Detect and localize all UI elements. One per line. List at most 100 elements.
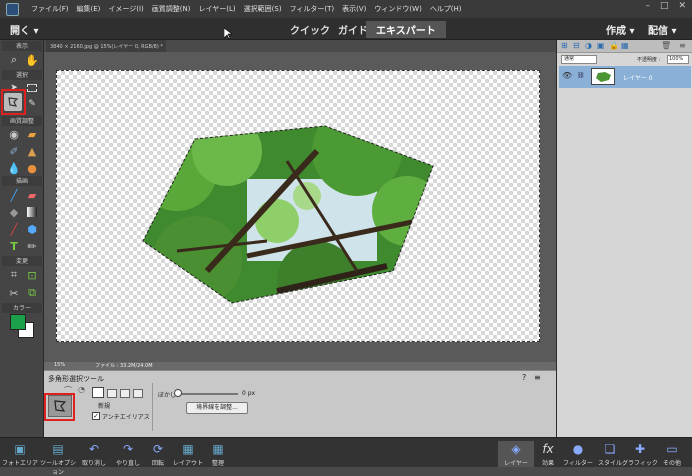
layer-visibility-eye-icon[interactable]: 👁 bbox=[562, 71, 572, 80]
gradient-tool-icon[interactable] bbox=[24, 204, 40, 220]
layers-panel: ⊞ ⊟ ◑ ▣ 🔒 ▦ 🗑 ≡ 通常 不透明度 : 100% 👁 ⛓ レイヤー … bbox=[556, 40, 692, 437]
menu-help[interactable]: ヘルプ(H) bbox=[426, 4, 466, 14]
layers-button[interactable]: ◈ レイヤー bbox=[498, 441, 534, 467]
menu-file[interactable]: ファイル(F) bbox=[27, 4, 73, 14]
eye-tool-icon[interactable]: ◉ bbox=[6, 126, 22, 142]
organizer-button[interactable]: ▦ 整理 bbox=[200, 441, 236, 468]
photo-bin-icon: ▣ bbox=[14, 441, 26, 456]
rotate-label: 回転 bbox=[151, 460, 164, 467]
marquee-tool-icon[interactable] bbox=[24, 80, 40, 96]
new-selection-icon[interactable] bbox=[92, 387, 104, 398]
layers-label: レイヤー bbox=[504, 460, 528, 467]
magnetic-lasso-tool-icon[interactable]: ◔ bbox=[78, 385, 85, 394]
lock-transparent-icon[interactable]: ▦ bbox=[621, 41, 629, 50]
mode-bar: 開く ▾ クイック ガイド エキスパート 作成 ▾ 配信 ▾ bbox=[0, 18, 692, 40]
spot-healing-tool-icon[interactable]: ▰ bbox=[24, 126, 40, 142]
graphics-button[interactable]: ✚ グラフィック bbox=[622, 441, 658, 468]
menu-view[interactable]: 表示(V) bbox=[338, 4, 370, 14]
open-button[interactable]: 開く ▾ bbox=[10, 22, 39, 37]
create-button[interactable]: 作成 ▾ bbox=[606, 22, 635, 37]
layer-name: レイヤー 0 bbox=[623, 75, 653, 82]
minimize-icon[interactable]: – bbox=[645, 1, 650, 11]
image-canvas[interactable] bbox=[56, 70, 540, 342]
recompose-tool-icon[interactable]: ⊡ bbox=[24, 267, 40, 283]
undo-button[interactable]: ↶ 取り消し bbox=[76, 441, 112, 468]
opacity-input[interactable]: 100% bbox=[667, 55, 689, 64]
layers-toolbar: ⊞ ⊟ ◑ ▣ 🔒 ▦ 🗑 ≡ bbox=[557, 40, 692, 53]
menu-window[interactable]: ウィンドウ(W) bbox=[370, 4, 425, 14]
menu-edit[interactable]: 編集(E) bbox=[73, 4, 105, 14]
zoom-tool-icon[interactable]: ⌕ bbox=[6, 52, 22, 68]
tab-expert[interactable]: エキスパート bbox=[366, 21, 446, 38]
selected-image-region bbox=[142, 125, 434, 304]
subtract-selection-icon[interactable] bbox=[120, 389, 130, 398]
eyedropper-tool-icon[interactable]: ╱ bbox=[6, 221, 22, 237]
section-select: 選択 bbox=[2, 70, 42, 80]
section-draw: 描画 bbox=[2, 176, 42, 186]
tool-options-title: 多角形選択ツール bbox=[48, 375, 104, 383]
section-modify: 変更 bbox=[2, 256, 42, 266]
menu-layer[interactable]: レイヤー(L) bbox=[194, 4, 239, 14]
tool-options-button[interactable]: ▤ ツールオプション bbox=[40, 441, 76, 476]
delete-layer-icon[interactable]: 🗑 bbox=[661, 41, 671, 50]
eraser-tool-icon[interactable]: ▰ bbox=[24, 187, 40, 203]
rotate-icon: ⟳ bbox=[152, 441, 164, 456]
panel-menu-icon[interactable]: ≡ bbox=[679, 41, 686, 50]
content-aware-move-tool-icon[interactable]: ⧉ bbox=[24, 285, 40, 301]
clone-stamp-tool-icon[interactable]: ▲ bbox=[24, 143, 40, 159]
quick-selection-tool-icon[interactable]: ✎ bbox=[24, 96, 40, 112]
new-layer-icon[interactable]: ⊞ bbox=[561, 41, 568, 50]
feather-value: 0 px bbox=[242, 390, 256, 397]
photo-bin-button[interactable]: ▣ フォトエリア bbox=[2, 441, 38, 468]
lock-all-icon[interactable]: 🔒 bbox=[609, 41, 619, 50]
shape-tool-icon[interactable]: ⬢ bbox=[24, 221, 40, 237]
close-icon[interactable]: ✕ bbox=[678, 1, 686, 11]
adjustment-layer-icon[interactable]: ◑ bbox=[585, 41, 592, 50]
new-group-icon[interactable]: ⊟ bbox=[573, 41, 580, 50]
type-tool-icon[interactable]: T bbox=[6, 238, 22, 254]
smart-brush-tool-icon[interactable]: ✐ bbox=[6, 143, 22, 159]
effects-label: 効果 bbox=[541, 460, 554, 467]
toolbox: 表示 ⌕ ✋ 選択 ➤ ✎ 画質調整 ◉ ▰ ✐ ▲ 💧 ● 描画 ╱ ▰ ◆ … bbox=[0, 40, 44, 437]
graphics-label: グラフィック bbox=[622, 460, 658, 467]
brush-tool-icon[interactable]: ╱ bbox=[6, 187, 22, 203]
hand-tool-icon[interactable]: ✋ bbox=[24, 52, 40, 68]
straighten-tool-icon[interactable]: ✂ bbox=[6, 285, 22, 301]
file-info: ファイル : 33.2M/24.0M bbox=[95, 363, 153, 369]
styles-label: スタイル bbox=[597, 460, 622, 467]
menu-enhance[interactable]: 画質調整(N) bbox=[148, 4, 195, 14]
filters-button[interactable]: ● フィルター bbox=[560, 441, 596, 468]
menu-filter[interactable]: フィルター(T) bbox=[286, 4, 339, 14]
add-selection-icon[interactable] bbox=[107, 389, 117, 398]
menu-icon[interactable]: ≡ bbox=[534, 373, 541, 382]
layers-icon: ◈ bbox=[511, 441, 521, 456]
pencil-tool-icon[interactable]: ✏ bbox=[24, 238, 40, 254]
layout-label: レイアウト bbox=[172, 460, 203, 467]
antialias-label: アンチエイリアス bbox=[102, 414, 150, 421]
fx-icon: fx bbox=[542, 441, 554, 456]
blur-tool-icon[interactable]: 💧 bbox=[6, 160, 22, 176]
layer-row[interactable]: 👁 ⛓ レイヤー 0 bbox=[559, 66, 691, 88]
mouse-cursor-icon bbox=[224, 28, 232, 40]
styles-icon: ❏ bbox=[604, 441, 616, 456]
paint-bucket-tool-icon[interactable]: ◆ bbox=[6, 204, 22, 220]
document-tab[interactable]: 3840 × 2160.jpg @ 15%(レイヤー 0, RGB/8) * bbox=[46, 40, 166, 52]
layer-mask-icon[interactable]: ▣ bbox=[597, 41, 605, 50]
help-icon[interactable]: ? bbox=[522, 373, 526, 382]
feather-slider-track[interactable] bbox=[178, 393, 238, 395]
refine-edge-button[interactable]: 境界線を調整... bbox=[186, 402, 248, 414]
sponge-tool-icon[interactable]: ● bbox=[24, 160, 40, 176]
divider bbox=[152, 383, 153, 431]
menu-image[interactable]: イメージ(I) bbox=[104, 4, 147, 14]
crop-tool-icon[interactable]: ⌗ bbox=[6, 267, 22, 283]
organizer-label: 整理 bbox=[211, 460, 224, 467]
blend-mode-select[interactable]: 通常 bbox=[561, 55, 597, 64]
antialias-checkbox[interactable]: ✓ bbox=[92, 412, 100, 420]
feather-slider-handle[interactable] bbox=[174, 389, 182, 397]
intersect-selection-icon[interactable] bbox=[133, 389, 143, 398]
maximize-icon[interactable]: □ bbox=[660, 1, 669, 11]
foreground-color-swatch[interactable] bbox=[10, 314, 26, 330]
menu-select[interactable]: 選択範囲(S) bbox=[240, 4, 286, 14]
more-button[interactable]: ▭ その他 bbox=[654, 441, 690, 468]
share-button[interactable]: 配信 ▾ bbox=[648, 22, 677, 37]
